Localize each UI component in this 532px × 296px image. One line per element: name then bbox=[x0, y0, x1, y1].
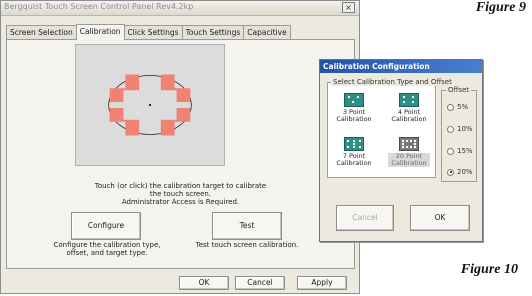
instruction-line-3: Administrator Access is Required. bbox=[121, 198, 240, 206]
offset-legend: Offset bbox=[446, 86, 472, 94]
apply-button[interactable]: Apply bbox=[297, 276, 347, 290]
configure-caption-1: Configure the calibration type, bbox=[53, 241, 161, 249]
configure-caption-2: offset, and target type. bbox=[66, 249, 148, 257]
ok-button[interactable]: OK bbox=[179, 276, 229, 290]
cancel-button[interactable]: Cancel bbox=[235, 276, 285, 290]
calibration-config-window: Calibration Configuration Select Calibra… bbox=[319, 59, 483, 242]
tab-touch-settings[interactable]: Touch Settings bbox=[181, 25, 245, 40]
tab-calibration[interactable]: Calibration bbox=[75, 24, 125, 40]
option-7-point[interactable]: 7 Point Calibration bbox=[333, 137, 375, 167]
option-20-point[interactable]: 20 Point Calibration bbox=[388, 137, 430, 167]
offset-label: 10% bbox=[457, 125, 473, 133]
calibration-type-group: Select Calibration Type and Offset 3 Poi… bbox=[327, 78, 454, 178]
offset-label: 5% bbox=[457, 103, 469, 111]
window-title: Bergquist Touch Screen Control Panel Rev… bbox=[4, 2, 194, 11]
config-cancel-button[interactable]: Cancel bbox=[336, 205, 394, 231]
offset-radio-5[interactable]: 5% bbox=[447, 103, 468, 111]
calibration-type-legend: Select Calibration Type and Offset bbox=[331, 78, 454, 86]
calibration-grid-icon bbox=[344, 93, 364, 107]
calibration-target[interactable] bbox=[75, 44, 225, 166]
instruction-line-2: the touch screen. bbox=[149, 190, 212, 198]
offset-group: Offset 5% 10% 15% 20% bbox=[441, 86, 477, 182]
figure-10-caption: Figure 10 bbox=[460, 262, 518, 277]
tab-click-settings[interactable]: Click Settings bbox=[123, 25, 183, 40]
offset-radio-10[interactable]: 10% bbox=[447, 125, 473, 133]
test-button[interactable]: Test bbox=[212, 212, 282, 240]
configure-button[interactable]: Configure bbox=[71, 212, 141, 240]
title-bar: Bergquist Touch Screen Control Panel Rev… bbox=[1, 1, 359, 16]
radio-icon bbox=[447, 168, 454, 176]
test-caption: Test touch screen calibration. bbox=[195, 241, 299, 249]
calibration-grid-icon bbox=[399, 137, 419, 151]
tab-bar: Screen Selection Calibration Click Setti… bbox=[6, 24, 291, 40]
config-ok-button[interactable]: OK bbox=[410, 205, 470, 231]
radio-icon bbox=[447, 103, 454, 111]
figure-9-caption: Figure 9 bbox=[475, 0, 526, 15]
option-label: 4 Point Calibration bbox=[391, 108, 427, 123]
offset-label: 15% bbox=[457, 147, 473, 155]
calibration-target-graphic bbox=[108, 74, 192, 136]
option-4-point[interactable]: 4 Point Calibration bbox=[388, 93, 430, 123]
offset-radio-20[interactable]: 20% bbox=[447, 168, 473, 176]
tab-capacitive[interactable]: Capacitive bbox=[243, 25, 291, 40]
control-panel-window: Bergquist Touch Screen Control Panel Rev… bbox=[0, 0, 360, 294]
option-label: 20 Point Calibration bbox=[388, 153, 430, 167]
offset-radio-15[interactable]: 15% bbox=[447, 147, 473, 155]
option-label: 3 Point Calibration bbox=[336, 108, 372, 123]
calibration-grid-icon bbox=[344, 137, 364, 151]
instruction-line-1: Touch (or click) the calibration target … bbox=[94, 182, 267, 190]
option-label: 7 Point Calibration bbox=[336, 152, 372, 167]
calibration-panel: Touch (or click) the calibration target … bbox=[6, 39, 355, 269]
option-3-point[interactable]: 3 Point Calibration bbox=[333, 93, 375, 123]
radio-icon bbox=[447, 147, 454, 155]
offset-label: 20% bbox=[457, 168, 473, 176]
calibration-grid-icon bbox=[399, 93, 419, 107]
close-button[interactable]: × bbox=[342, 2, 355, 13]
radio-icon bbox=[447, 125, 454, 133]
config-title-bar: Calibration Configuration bbox=[320, 60, 482, 73]
tab-screen-selection[interactable]: Screen Selection bbox=[6, 25, 77, 40]
